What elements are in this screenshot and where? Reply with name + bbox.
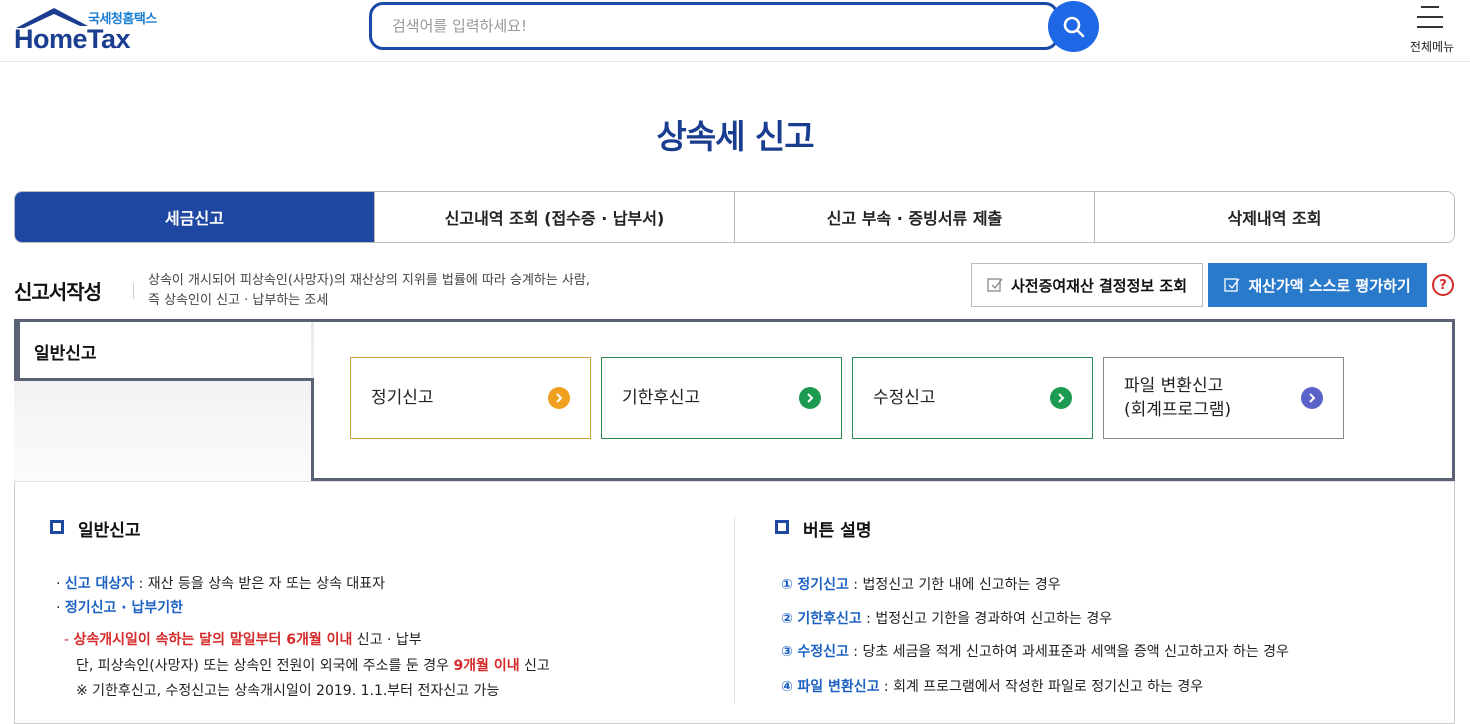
option-regular-filing[interactable]: 정기신고 xyxy=(350,357,591,439)
divider xyxy=(133,283,134,299)
item-text: : 회계 프로그램에서 작성한 파일로 정기신고 하는 경우 xyxy=(879,679,1204,695)
option-label: 정기신고 xyxy=(371,388,434,408)
hamburger-icon xyxy=(1417,6,1443,36)
item-label: 기한후신고 xyxy=(797,611,862,627)
info-buttons-heading: 버튼 설명 xyxy=(775,516,871,541)
help-icon[interactable]: ? xyxy=(1432,274,1454,296)
info-general-heading: 일반신고 xyxy=(50,516,141,541)
abroad-text: 단, 피상속인(사망자) 또는 상속인 전원이 외국에 주소를 둔 경우 xyxy=(76,658,454,674)
option-amended-filing[interactable]: 수정신고 xyxy=(852,357,1093,439)
option-label: 수정신고 xyxy=(873,388,936,408)
all-menu-button[interactable]: 전체메뉴 xyxy=(1400,4,1464,56)
section-description: 상속이 개시되어 피상속인(사망자)의 재산상의 지위를 법률에 따라 승계하는… xyxy=(148,271,590,311)
prior-gift-info-button[interactable]: 사전증여재산 결정정보 조회 xyxy=(971,263,1203,307)
self-evaluate-button[interactable]: 재산가액 스스로 평가하기 xyxy=(1208,263,1427,307)
hometax-logo[interactable]: 국세청홈택스 HomeTax xyxy=(14,4,174,56)
option-late-filing[interactable]: 기한후신고 xyxy=(601,357,842,439)
all-menu-label: 전체메뉴 xyxy=(1409,40,1455,54)
logo-text: HomeTax xyxy=(14,24,131,54)
deadline-red: 상속개시일이 속하는 달의 말일부터 6개월 이내 xyxy=(73,632,353,648)
abroad-tail: 신고 xyxy=(519,658,550,674)
item-number: ④ xyxy=(781,679,793,695)
option-label: 기한후신고 xyxy=(622,388,701,408)
item-label: 파일 변환신고 xyxy=(797,679,880,695)
chevron-right-icon xyxy=(548,387,570,409)
item-label: 수정신고 xyxy=(797,644,849,660)
section-title: 신고서작성 xyxy=(14,280,102,304)
description-line: 상속이 개시되어 피상속인(사망자)의 재산상의 지위를 법률에 따라 승계하는… xyxy=(148,273,591,288)
button-desc-item: ④ 파일 변환신고 : 회계 프로그램에서 작성한 파일로 정기신고 하는 경우 xyxy=(781,676,1203,696)
target-text: : 재산 등을 상속 받은 자 또는 상속 대표자 xyxy=(134,576,386,592)
item-text: : 법정신고 기한을 경과하여 신고하는 경우 xyxy=(861,611,1113,627)
item-number: ① xyxy=(781,577,793,593)
button-desc-item: ① 정기신고 : 법정신고 기한 내에 신고하는 경우 xyxy=(781,574,1061,594)
item-text: : 당초 세금을 적게 신고하여 과세표준과 세액을 증액 신고하고자 하는 경… xyxy=(848,644,1289,660)
header: 국세청홈택스 HomeTax 전체메뉴 xyxy=(0,0,1470,62)
chevron-right-icon xyxy=(799,387,821,409)
button-desc-item: ③ 수정신고 : 당초 세금을 적게 신고하여 과세표준과 세액을 증액 신고하… xyxy=(781,641,1289,661)
tab-tax-filing[interactable]: 세금신고 xyxy=(15,192,374,242)
search-box xyxy=(369,2,1059,50)
info-note-line: ※ 기한후신고, 수정신고는 상속개시일이 2019. 1.1.부터 전자신고 … xyxy=(76,683,500,699)
chevron-right-icon xyxy=(1301,387,1323,409)
search-button[interactable] xyxy=(1048,1,1099,52)
search-input[interactable] xyxy=(372,5,1056,47)
option-label-line1: 파일 변환신고 xyxy=(1124,376,1224,396)
chevron-right-icon xyxy=(1050,387,1072,409)
deadline-label: 정기신고 · 납부기한 xyxy=(64,600,184,616)
option-label-line2: (회계프로그램) xyxy=(1124,400,1232,420)
page-title: 상속세 신고 xyxy=(656,117,814,156)
tab-bar: 세금신고 신고내역 조회 (접수증 · 납부서) 신고 부속 · 증빙서류 제출… xyxy=(14,191,1455,243)
divider xyxy=(14,481,1455,482)
abroad-red: 9개월 이내 xyxy=(453,658,520,674)
option-label: 파일 변환신고 (회계프로그램) xyxy=(1124,374,1301,422)
edit-icon xyxy=(1224,278,1240,292)
frame-border xyxy=(311,378,314,481)
frame-border xyxy=(14,378,314,381)
option-file-conversion-filing[interactable]: 파일 변환신고 (회계프로그램) xyxy=(1103,357,1344,439)
search-icon xyxy=(1063,16,1084,37)
tab-attachments-submit[interactable]: 신고 부속 · 증빙서류 제출 xyxy=(734,192,1094,242)
general-filing-label: 일반신고 xyxy=(34,344,97,364)
target-label: 신고 대상자 xyxy=(64,576,135,592)
item-number: ③ xyxy=(781,644,793,660)
item-text: : 법정신고 기한 내에 신고하는 경우 xyxy=(848,577,1061,593)
edit-icon xyxy=(987,278,1003,292)
deadline-text: 신고 · 납부 xyxy=(352,632,422,648)
square-bullet-icon xyxy=(775,519,793,538)
info-deadline-detail: - 상속개시일이 속하는 달의 말일부터 6개월 이내 신고 · 납부 xyxy=(64,632,422,648)
frame-border xyxy=(1452,319,1455,481)
prior-gift-info-label: 사전증여재산 결정정보 조회 xyxy=(1010,276,1188,295)
item-number: ② xyxy=(781,611,793,627)
button-desc-item: ② 기한후신고 : 법정신고 기한을 경과하여 신고하는 경우 xyxy=(781,608,1112,628)
self-evaluate-label: 재산가액 스스로 평가하기 xyxy=(1248,276,1411,295)
description-line: 즉 상속인이 신고 · 납부하는 조세 xyxy=(148,293,329,308)
tab-filing-history[interactable]: 신고내역 조회 (접수증 · 납부서) xyxy=(374,192,734,242)
item-label: 정기신고 xyxy=(797,577,849,593)
info-buttons-title: 버튼 설명 xyxy=(803,521,872,541)
divider xyxy=(734,517,735,703)
square-bullet-icon xyxy=(50,519,68,538)
info-target-line: · 신고 대상자 : 재산 등을 상속 받은 자 또는 상속 대표자 xyxy=(56,576,386,592)
tab-deleted-history[interactable]: 삭제내역 조회 xyxy=(1094,192,1454,242)
info-deadline-line: · 정기신고 · 납부기한 xyxy=(56,600,184,616)
info-abroad-line: 단, 피상속인(사망자) 또는 상속인 전원이 외국에 주소를 둔 경우 9개월… xyxy=(76,655,550,675)
info-general-title: 일반신고 xyxy=(78,521,141,541)
